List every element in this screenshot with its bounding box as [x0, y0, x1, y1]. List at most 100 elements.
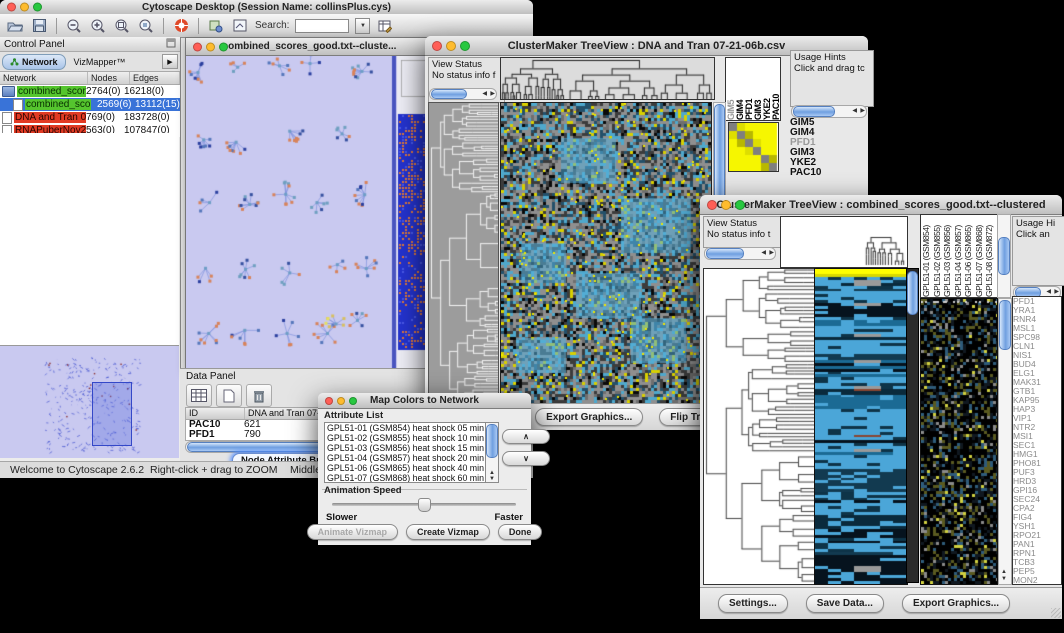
treeview-button[interactable]: Export Graphics... — [902, 594, 1010, 613]
close-button[interactable] — [325, 397, 333, 405]
minimize-button[interactable] — [721, 200, 731, 210]
column-label[interactable]: PFD1 — [744, 58, 753, 120]
main-heatmap[interactable] — [814, 268, 908, 585]
search-input[interactable] — [295, 19, 349, 33]
tab-overflow-button[interactable]: ▶ — [162, 54, 178, 69]
scroll-arrows[interactable]: ▲▼ — [486, 470, 498, 482]
row-dendrogram[interactable] — [428, 102, 499, 404]
network-canvas[interactable] — [186, 56, 431, 368]
scroll-left-arrow[interactable]: ◀ — [482, 91, 487, 97]
new-attribute-icon[interactable] — [216, 384, 242, 407]
main-titlebar[interactable]: Cytoscape Desktop (Session Name: collins… — [0, 0, 533, 15]
scroll-left-arrow[interactable]: ◀ — [852, 108, 857, 114]
annotation-icon[interactable] — [207, 18, 225, 34]
global-heatmap[interactable] — [920, 298, 998, 585]
column-dendrogram[interactable] — [500, 57, 715, 100]
view-panel-icon[interactable] — [231, 18, 249, 34]
scroll-thumb[interactable] — [486, 424, 498, 458]
scroll-left-arrow[interactable]: ◀ — [761, 250, 766, 256]
attribute-item[interactable]: GPL51-07 (GSM868) heat shock 60 min — [327, 473, 487, 483]
zoom-button[interactable] — [349, 397, 357, 405]
move-up-button[interactable]: ∧ — [502, 429, 550, 444]
column-label[interactable]: GPL51-08 (GSM872) — [984, 215, 995, 297]
column-label[interactable]: GIM4 — [735, 58, 744, 120]
scroll-thumb[interactable] — [793, 106, 835, 117]
zoom-button[interactable] — [460, 41, 470, 51]
similarity-mini-heatmap[interactable] — [728, 122, 779, 172]
scroll-right-arrow[interactable]: ▶ — [769, 250, 774, 256]
column-label[interactable]: GPL51-02 (GSM855) — [932, 215, 943, 297]
column-label[interactable]: GPL51-07 (GSM868) — [974, 215, 985, 297]
scroll-right-arrow[interactable]: ▶ — [1054, 289, 1059, 295]
view-status-hscrollbar[interactable]: ◀ ▶ — [429, 88, 497, 100]
scroll-right-arrow[interactable]: ▶ — [860, 108, 865, 114]
zoom-button[interactable] — [735, 200, 745, 210]
column-label[interactable]: GPL51-06 (GSM865) — [963, 215, 974, 297]
network-view-titlebar[interactable]: combined_scores_good.txt--cluste... — [186, 38, 433, 56]
minimize-button[interactable] — [206, 42, 215, 51]
minimize-button[interactable] — [20, 3, 29, 12]
birdseye-overview[interactable] — [0, 346, 179, 458]
gene-list-vscrollbar[interactable]: ▲ ▼ — [998, 298, 1012, 585]
col-edges[interactable]: Edges — [130, 72, 180, 84]
dialog-button[interactable]: Animate Vizmap — [307, 524, 398, 540]
attribute-item[interactable]: GPL51-01 (GSM854) heat shock 05 min — [327, 423, 487, 433]
column-label[interactable]: GPL51-03 (GSM856) — [942, 215, 953, 297]
column-label[interactable]: PAC10 — [771, 58, 780, 120]
attribute-editor-icon[interactable] — [376, 18, 394, 34]
close-button[interactable] — [7, 3, 16, 12]
attribute-list[interactable]: GPL51-01 (GSM854) heat shock 05 minGPL51… — [324, 422, 488, 483]
delete-attribute-icon[interactable] — [246, 384, 272, 407]
scroll-thumb[interactable] — [999, 300, 1011, 350]
column-labels-vscrollbar[interactable] — [997, 214, 1011, 298]
scroll-up-arrow[interactable]: ▲ — [1001, 569, 1007, 575]
slider-thumb[interactable] — [418, 498, 431, 512]
treeview-combined-titlebar[interactable]: ClusterMaker TreeView : combined_scores_… — [700, 195, 1062, 215]
column-label[interactable]: GIM5 — [726, 58, 735, 120]
float-panel-icon[interactable] — [166, 38, 176, 51]
minimize-button[interactable] — [446, 41, 456, 51]
close-button[interactable] — [193, 42, 202, 51]
attribute-item[interactable]: GPL51-04 (GSM857) heat shock 20 min — [327, 453, 487, 463]
scroll-left-arrow[interactable]: ◀ — [1046, 289, 1051, 295]
close-button[interactable] — [432, 41, 442, 51]
network-list-row[interactable]: combined_sco 2569(6) 13112(15) — [0, 98, 180, 111]
row-label[interactable]: PAC10 — [790, 168, 866, 178]
attribute-item[interactable]: GPL51-02 (GSM855) heat shock 10 min — [327, 433, 487, 443]
view-status-hscrollbar[interactable]: ◀ ▶ — [704, 247, 776, 260]
zoom-button[interactable] — [33, 3, 42, 12]
gene-label[interactable]: MON2 — [1013, 576, 1061, 585]
window-controls[interactable] — [7, 3, 42, 12]
column-label[interactable]: GPL51-01 (GSM854) — [921, 215, 932, 297]
scroll-thumb[interactable] — [907, 271, 918, 315]
heatmap-vscrollbar[interactable] — [906, 268, 919, 583]
save-icon[interactable] — [30, 18, 48, 34]
attribute-list-vscrollbar[interactable]: ▲▼ — [485, 422, 499, 483]
tab-vizmapper[interactable]: VizMapper™ — [67, 55, 133, 69]
move-down-button[interactable]: ∨ — [502, 451, 550, 466]
zoom-fit-icon[interactable] — [113, 18, 131, 34]
zoom-out-icon[interactable] — [65, 18, 83, 34]
attribute-item[interactable]: GPL51-03 (GSM856) heat shock 15 min — [327, 443, 487, 453]
dialog-button[interactable]: Create Vizmap — [406, 524, 490, 540]
scroll-thumb[interactable] — [431, 89, 467, 99]
open-folder-icon[interactable] — [6, 18, 24, 34]
col-id[interactable]: ID — [186, 408, 245, 419]
scroll-right-arrow[interactable]: ▶ — [490, 91, 495, 97]
treeview-button[interactable]: Settings... — [718, 594, 788, 613]
scroll-down-arrow[interactable]: ▼ — [1001, 576, 1007, 582]
treeview-button[interactable]: Export Graphics... — [535, 408, 643, 426]
treeview-button[interactable]: Save Data... — [806, 594, 884, 613]
minimize-button[interactable] — [337, 397, 345, 405]
dialog-button[interactable]: Done — [498, 524, 543, 540]
help-lifering-icon[interactable] — [172, 18, 190, 34]
resize-grip[interactable] — [1051, 608, 1061, 618]
attribute-item[interactable]: GPL51-06 (GSM865) heat shock 40 min — [327, 463, 487, 473]
close-button[interactable] — [707, 200, 717, 210]
network-list-row[interactable]: DNA and Tran 07 769(0) 183728(0) — [0, 111, 180, 124]
zoom-button[interactable] — [219, 42, 228, 51]
col-network[interactable]: Network — [0, 72, 88, 84]
tab-network[interactable]: Network — [2, 54, 66, 70]
column-label[interactable]: YKE2 — [762, 58, 771, 120]
select-attributes-icon[interactable] — [186, 384, 212, 407]
